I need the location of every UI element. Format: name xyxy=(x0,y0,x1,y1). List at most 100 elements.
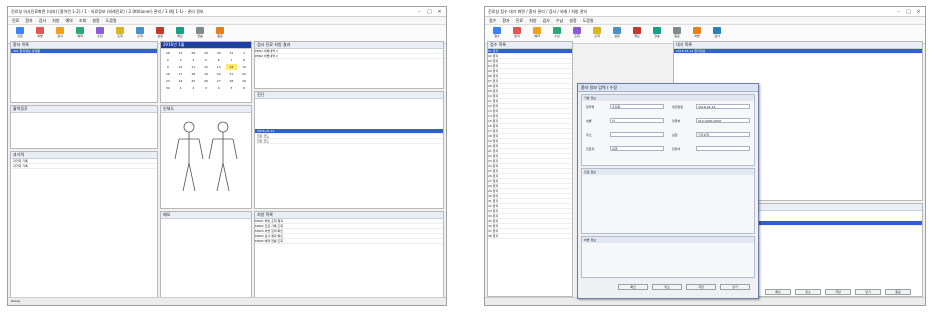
calendar-day[interactable]: 19 xyxy=(200,71,212,77)
calendar-day[interactable]: 17 xyxy=(175,71,187,77)
input-field[interactable]: 010-0000-0000 xyxy=(696,118,750,123)
dialog-button[interactable]: 닫기 xyxy=(720,284,750,290)
calendar-day[interactable]: 16 xyxy=(162,71,174,77)
menu-item[interactable]: 검사 xyxy=(39,18,46,24)
calendar-day[interactable]: 22 xyxy=(238,71,250,77)
menu-item[interactable]: 설정 xyxy=(569,18,576,24)
calendar-day[interactable]: 2 xyxy=(187,85,199,91)
menu-item[interactable]: 환자 xyxy=(25,18,32,24)
list-item[interactable]: MN05 예약 현황 조회 xyxy=(255,239,443,244)
calendar-day[interactable]: 5 xyxy=(226,85,238,91)
calendar-day[interactable]: 5 xyxy=(200,57,212,63)
toolbar-button[interactable]: 처방 xyxy=(31,27,49,41)
close-icon[interactable]: × xyxy=(915,9,922,15)
calendar-day[interactable]: 24 xyxy=(175,78,187,84)
calendar-day[interactable]: 28 xyxy=(187,50,199,56)
input-field[interactable]: 내과 xyxy=(610,146,664,151)
calendar-day[interactable]: 30 xyxy=(162,85,174,91)
dialog-button[interactable]: 취소 xyxy=(652,284,682,290)
toolbar-button[interactable]: 전송 xyxy=(648,27,666,41)
list-item[interactable]: 진단 코드 xyxy=(255,139,443,144)
close-icon[interactable]: × xyxy=(436,9,443,15)
action-button[interactable]: 확인 xyxy=(765,289,791,295)
toolbar-button[interactable]: 종료 xyxy=(668,27,686,41)
toolbar-button[interactable]: 종료 xyxy=(211,27,229,41)
toolbar-button[interactable]: 출력 xyxy=(131,27,149,41)
toolbar-button[interactable]: 메모 xyxy=(171,27,189,41)
toolbar-button[interactable]: 처방 xyxy=(688,27,706,41)
menu-item[interactable]: 처방 xyxy=(529,18,536,24)
maximize-icon[interactable]: □ xyxy=(905,9,912,15)
calendar-day[interactable]: 2 xyxy=(162,57,174,63)
calendar-day[interactable]: 3 xyxy=(175,57,187,63)
calendar-day[interactable]: 20 xyxy=(213,71,225,77)
calendar-day[interactable]: 12 xyxy=(200,64,212,70)
input-field[interactable]: 2016-01-14 xyxy=(696,104,750,109)
input-field[interactable] xyxy=(610,132,664,137)
toolbar-button[interactable]: 수납 xyxy=(548,27,566,41)
input-field[interactable]: 홍길동 xyxy=(610,104,664,109)
calendar-day[interactable]: 26 xyxy=(162,50,174,56)
menu-item[interactable]: 진료 xyxy=(12,18,19,24)
calendar-day[interactable]: 25 xyxy=(187,78,199,84)
toolbar-button[interactable]: 진료 xyxy=(11,27,29,41)
calendar-day[interactable]: 13 xyxy=(213,64,225,70)
toolbar-button[interactable]: 메모 xyxy=(628,27,646,41)
menu-item[interactable]: 예약 xyxy=(66,18,73,24)
calendar-day[interactable]: 27 xyxy=(175,50,187,56)
calendar-day[interactable]: 28 xyxy=(226,78,238,84)
menu-item[interactable]: 도움말 xyxy=(583,18,594,24)
menu-item[interactable]: 수납 xyxy=(556,18,563,24)
calendar-day[interactable]: 6 xyxy=(238,85,250,91)
calendar-day[interactable]: 4 xyxy=(187,57,199,63)
menu-item[interactable]: 접수 xyxy=(489,18,496,24)
toolbar-button[interactable]: 수납 xyxy=(91,27,109,41)
action-button[interactable]: 취소 xyxy=(795,289,821,295)
calendar-day[interactable]: 31 xyxy=(226,50,238,56)
table-row[interactable]: 38 환자 xyxy=(488,234,572,239)
input-field[interactable]: 건강보험 xyxy=(696,132,750,137)
minimize-icon[interactable]: – xyxy=(895,9,902,15)
action-button[interactable]: 종료 xyxy=(885,289,911,295)
action-button[interactable]: 저장 xyxy=(825,289,851,295)
calendar-day[interactable]: 11 xyxy=(187,64,199,70)
toolbar-button[interactable]: 설정 xyxy=(151,27,169,41)
calendar-day[interactable]: 23 xyxy=(162,78,174,84)
menu-item[interactable]: 설정 xyxy=(92,18,99,24)
toolbar-button[interactable]: 전송 xyxy=(191,27,209,41)
menu-item[interactable]: 검사 xyxy=(543,18,550,24)
calendar-day[interactable]: 1 xyxy=(175,85,187,91)
toolbar-button[interactable]: 예약 xyxy=(528,27,546,41)
calendar-day[interactable]: 29 xyxy=(200,50,212,56)
dialog-button[interactable]: 확인 xyxy=(618,284,648,290)
toolbar-button[interactable]: 조회 xyxy=(568,27,586,41)
calendar-day[interactable]: 14 xyxy=(225,64,238,70)
toolbar-button[interactable]: 환자 xyxy=(508,27,526,41)
menu-item[interactable]: 처방 xyxy=(52,18,59,24)
calendar-day[interactable]: 15 xyxy=(238,64,250,70)
calendar-day[interactable]: 3 xyxy=(200,85,212,91)
list-item[interactable]: 과거력 기록 xyxy=(11,164,157,169)
toolbar-button[interactable]: 검사 xyxy=(708,27,726,41)
toolbar-button[interactable]: 검사 xyxy=(51,27,69,41)
body-diagram-icon[interactable] xyxy=(161,113,251,209)
calendar-day[interactable]: 27 xyxy=(213,78,225,84)
toolbar-button[interactable]: 예약 xyxy=(71,27,89,41)
toolbar-button[interactable]: 조회 xyxy=(111,27,129,41)
calendar-day[interactable]: 29 xyxy=(238,78,250,84)
calendar-day[interactable]: 18 xyxy=(187,71,199,77)
dialog-button[interactable]: 저장 xyxy=(686,284,716,290)
toolbar-button[interactable]: 출력 xyxy=(588,27,606,41)
menu-item[interactable]: 환자 xyxy=(502,18,509,24)
calendar-day[interactable]: 7 xyxy=(226,57,238,63)
input-field[interactable]: 남 xyxy=(610,118,664,123)
calendar-day[interactable]: 9 xyxy=(162,64,174,70)
calendar-day[interactable]: 21 xyxy=(226,71,238,77)
calendar-day[interactable]: 1 xyxy=(238,50,250,56)
toolbar-button[interactable]: 설정 xyxy=(608,27,626,41)
calendar-day[interactable]: 30 xyxy=(213,50,225,56)
calendar-day[interactable]: 6 xyxy=(213,57,225,63)
input-field[interactable] xyxy=(696,146,750,151)
calendar-day[interactable]: 4 xyxy=(213,85,225,91)
menu-item[interactable]: 진료 xyxy=(516,18,523,24)
